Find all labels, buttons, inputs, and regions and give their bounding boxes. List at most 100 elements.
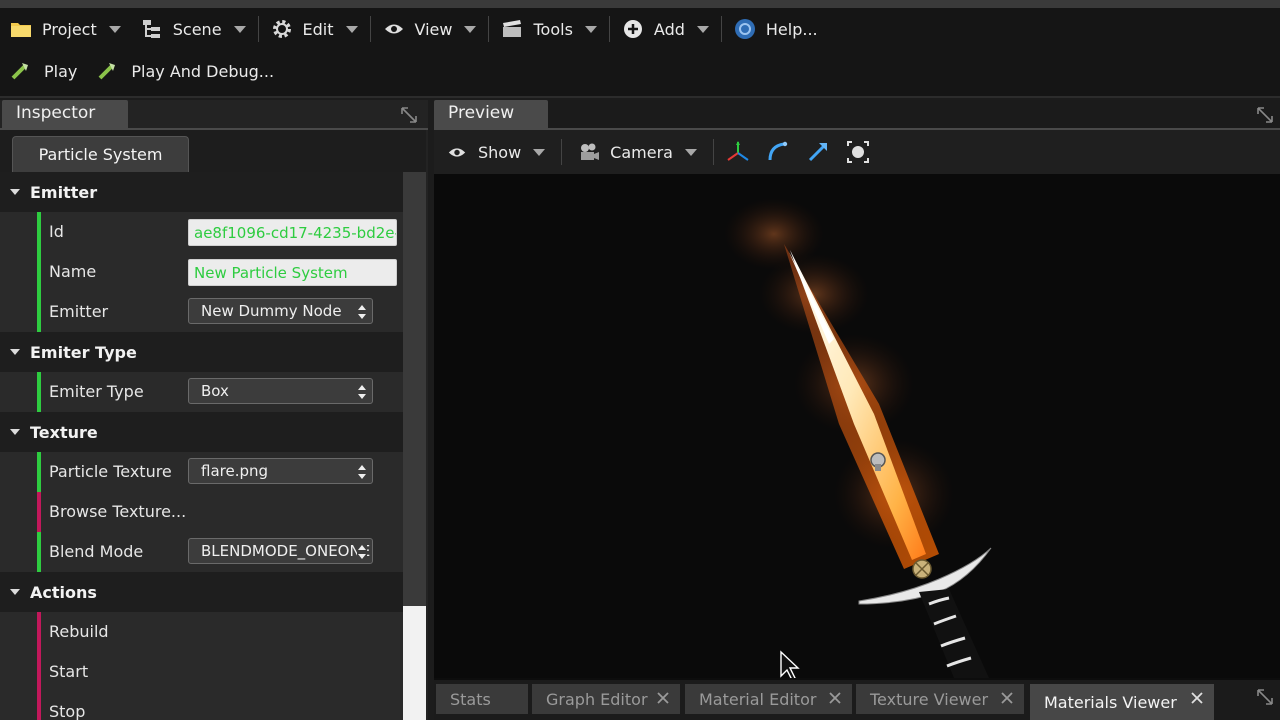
section-emitter-title: Emitter xyxy=(30,182,98,202)
expand-icon[interactable] xyxy=(400,106,418,124)
inspector-panel: Inspector Particle System Emitter Id Nam… xyxy=(0,100,428,720)
section-texture[interactable]: Texture xyxy=(0,412,403,452)
rotation-gizmo-button[interactable] xyxy=(758,130,798,174)
row-indicator xyxy=(37,692,41,720)
menu-separator xyxy=(720,16,722,42)
position-gizmo-button[interactable] xyxy=(718,130,758,174)
play-icon xyxy=(10,61,30,81)
tab-material-editor[interactable]: Material Editor xyxy=(685,684,852,714)
row-name: Name xyxy=(0,252,403,292)
menu-edit-label: Edit xyxy=(302,19,334,39)
start-button[interactable]: Start xyxy=(49,662,88,681)
eye-icon xyxy=(446,141,468,163)
camera-dropdown[interactable]: Camera xyxy=(566,130,709,174)
camera-label: Camera xyxy=(610,142,673,162)
hierarchy-icon xyxy=(141,18,163,40)
section-actions[interactable]: Actions xyxy=(0,572,403,612)
tab-stats[interactable]: Stats xyxy=(436,684,528,714)
play-button[interactable]: Play xyxy=(0,54,87,88)
sword-particle-render xyxy=(724,198,992,678)
blend-mode-select[interactable]: BLENDMODE_ONEONE xyxy=(188,538,373,564)
menu-help[interactable]: Help... xyxy=(724,12,828,46)
menu-separator xyxy=(369,16,371,42)
rebuild-button[interactable]: Rebuild xyxy=(49,622,109,641)
name-label: Name xyxy=(49,262,97,281)
tab-graph-editor[interactable]: Graph Editor xyxy=(532,684,680,714)
inspector-scrollbar[interactable] xyxy=(403,172,426,720)
row-indicator xyxy=(37,292,41,332)
menu-tools[interactable]: Tools xyxy=(491,12,606,46)
row-indicator xyxy=(37,492,41,532)
section-emiter-type[interactable]: Emiter Type xyxy=(0,332,403,372)
close-icon[interactable] xyxy=(1190,691,1204,705)
preview-panel: Preview Show Camera xyxy=(434,100,1280,720)
camera-icon xyxy=(578,141,600,163)
menu-view-label: View xyxy=(414,19,453,39)
scrollbar-track xyxy=(403,172,426,606)
collapse-triangle-icon xyxy=(10,429,20,435)
preview-toolbar: Show Camera xyxy=(434,130,1280,174)
menu-separator xyxy=(488,16,490,42)
toolbar-separator xyxy=(712,139,714,165)
blend-mode-label: Blend Mode xyxy=(49,542,144,561)
collapse-triangle-icon xyxy=(10,189,20,195)
id-label: Id xyxy=(49,222,64,241)
preview-title-tab[interactable]: Preview xyxy=(434,100,548,128)
play-label: Play xyxy=(44,61,78,81)
menu-scene[interactable]: Scene xyxy=(131,12,256,46)
close-icon[interactable] xyxy=(828,691,842,705)
play-and-debug-button[interactable]: Play And Debug... xyxy=(87,54,284,88)
row-particle-texture: Particle Texture flare.png xyxy=(0,452,403,492)
play-debug-label: Play And Debug... xyxy=(131,61,275,81)
emitter-select[interactable]: New Dummy Node xyxy=(188,298,373,324)
particle-texture-select[interactable]: flare.png xyxy=(188,458,373,484)
row-indicator xyxy=(37,652,41,692)
select-arrows-icon xyxy=(358,305,366,319)
menu-project[interactable]: Project xyxy=(0,12,131,46)
rotate-icon xyxy=(768,141,788,161)
menu-tools-label: Tools xyxy=(533,19,573,39)
tab-texture-viewer[interactable]: Texture Viewer xyxy=(856,684,1024,714)
menu-add[interactable]: Add xyxy=(612,12,719,46)
section-texture-title: Texture xyxy=(30,422,98,442)
chevron-down-icon xyxy=(533,148,546,156)
row-indicator xyxy=(37,612,41,652)
blend-mode-select-value: BLENDMODE_ONEONE xyxy=(201,542,371,560)
folder-icon xyxy=(10,18,32,40)
tab-materials-viewer[interactable]: Materials Viewer xyxy=(1030,684,1214,720)
emitter-label: Emitter xyxy=(49,302,109,321)
name-field[interactable] xyxy=(188,259,397,286)
collapse-triangle-icon xyxy=(10,589,20,595)
stop-button[interactable]: Stop xyxy=(49,702,85,720)
tab-stats-label: Stats xyxy=(450,689,491,709)
inspector-title-tab[interactable]: Inspector xyxy=(2,100,128,128)
show-dropdown[interactable]: Show xyxy=(434,130,557,174)
row-indicator xyxy=(37,252,41,292)
expand-icon[interactable] xyxy=(1256,106,1274,124)
gear-icon xyxy=(271,18,293,40)
preview-viewport[interactable] xyxy=(434,174,1280,678)
section-emitter[interactable]: Emitter xyxy=(0,172,403,212)
section-actions-title: Actions xyxy=(30,582,97,602)
expand-icon[interactable] xyxy=(1256,688,1274,706)
plus-circle-icon xyxy=(622,18,644,40)
row-rebuild[interactable]: Rebuild xyxy=(0,612,403,652)
play-debug-icon xyxy=(97,61,117,81)
menu-view[interactable]: View xyxy=(373,12,487,46)
row-stop[interactable]: Stop xyxy=(0,692,403,720)
row-emitter: Emitter New Dummy Node xyxy=(0,292,403,332)
tab-particle-system[interactable]: Particle System xyxy=(12,136,189,172)
row-start[interactable]: Start xyxy=(0,652,403,692)
select-arrows-icon xyxy=(358,465,366,479)
menu-edit[interactable]: Edit xyxy=(261,12,368,46)
row-id: Id xyxy=(0,212,403,252)
browse-texture-button[interactable]: Browse Texture... xyxy=(49,502,186,521)
scale-gizmo-button[interactable] xyxy=(798,130,838,174)
id-field[interactable] xyxy=(188,219,397,246)
row-browse-texture[interactable]: Browse Texture... xyxy=(0,492,403,532)
emiter-type-select[interactable]: Box xyxy=(188,378,373,404)
bounding-box-button[interactable] xyxy=(838,130,878,174)
preview-header xyxy=(434,100,1280,130)
close-icon[interactable] xyxy=(1000,691,1014,705)
close-icon[interactable] xyxy=(656,691,670,705)
